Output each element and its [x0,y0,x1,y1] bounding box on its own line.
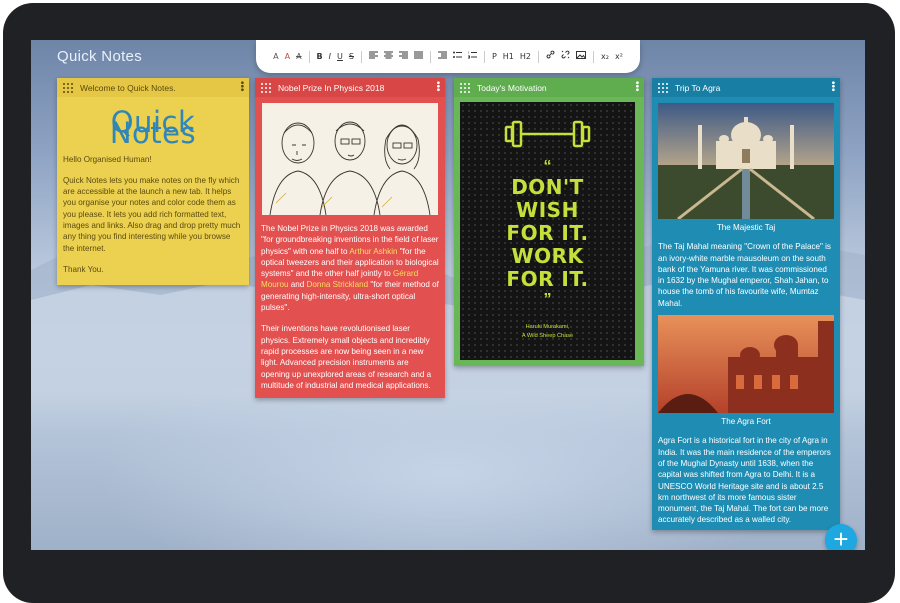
quote-open-mark: “ [543,158,552,175]
photo-caption: The Majestic Taj [716,223,776,232]
drag-handle-icon[interactable] [460,82,470,93]
photo-caption: The Agra Fort [721,417,771,427]
toolbar-divider [593,50,594,63]
unlink-icon[interactable] [558,40,573,73]
quote-line: WORK [511,244,584,268]
nobel-laureates-illustration [262,103,438,215]
align-left-icon[interactable] [366,40,381,73]
italic-button[interactable]: I [326,40,334,73]
note-header[interactable]: Welcome to Quick Notes. ••• [57,78,249,97]
superscript-button[interactable]: x² [612,40,626,73]
note-paragraph: Thank You. [63,264,104,274]
quote-line: FOR IT. [506,221,589,245]
note-body[interactable]: The Nobel Prize in Physics 2018 was awar… [255,103,445,398]
quote-author-name: Haruki Murakami, [525,324,570,330]
align-justify-icon[interactable] [411,40,426,73]
taj-mahal-photo [658,103,834,219]
more-options-icon[interactable]: ••• [432,81,443,92]
underline-button[interactable]: U [334,40,346,73]
quote-author: Haruki Murakami, A Wild Sheep Chase [460,323,635,341]
image-icon[interactable] [573,40,589,73]
quote-source: A Wild Sheep Chase [521,333,574,339]
note-heading: Quick Notes [109,105,197,151]
link-icon[interactable] [543,40,558,73]
bold-button[interactable]: B [314,40,326,73]
agra-fort-photo [658,315,834,414]
formatting-toolbar: A A A B I U S P H1 H2 x₂ x² [256,40,640,73]
app-title: Quick Notes [57,48,142,65]
quote-close-mark: ” [543,291,552,308]
note-title: Trip To Agra [675,82,721,93]
text-run: and [288,280,307,290]
quote-line: DON'T [511,175,584,199]
note-paragraph: Agra Fort is a historical fort in the ci… [658,436,831,525]
heading1-button[interactable]: H1 [500,40,517,73]
note-title: Welcome to Quick Notes. [80,82,176,93]
more-options-icon[interactable]: ••• [827,81,838,92]
add-note-button[interactable]: + [825,524,857,550]
note-paragraph: The Taj Mahal meaning "Crown of the Pala… [658,242,831,308]
motivation-quote: DON'T WISH FOR IT. WORK FOR IT. [460,176,635,291]
drag-handle-icon[interactable] [261,82,271,93]
paragraph-button[interactable]: P [489,40,500,73]
drag-handle-icon[interactable] [63,82,73,93]
note-header[interactable]: Trip To Agra ••• [652,78,840,97]
bulleted-list-icon[interactable] [450,40,465,73]
dumbbell-icon [504,120,591,148]
note-nobel[interactable]: Nobel Prize In Physics 2018 ••• The Nobe… [255,78,445,398]
font-color-button[interactable]: A [282,40,293,73]
motivation-poster: “ DON'T WISH FOR IT. WORK FOR IT. ” Haru… [460,102,635,360]
strikethrough-button[interactable]: S [346,40,357,73]
link-arthur-ashkin[interactable]: Arthur Ashkin [349,247,397,256]
device-frame: Quick Notes A A A B I U S P H1 H2 x₂ x² … [0,0,900,603]
toolbar-divider [483,50,485,63]
note-paragraph: The Nobel Prize in Physics 2018 was awar… [261,223,439,313]
more-options-icon[interactable]: ••• [631,81,642,92]
note-agra[interactable]: Trip To Agra ••• The Majestic Taj The Ta… [652,78,840,530]
note-motivation[interactable]: Today's Motivation ••• “ DON'T WISH FOR … [454,78,644,366]
drag-handle-icon[interactable] [658,82,668,93]
toolbar-divider [308,50,310,63]
note-header[interactable]: Today's Motivation ••• [454,78,644,97]
app-screen: Quick Notes A A A B I U S P H1 H2 x₂ x² … [31,40,865,550]
numbered-list-icon[interactable] [465,40,480,73]
align-right-icon[interactable] [396,40,411,73]
font-clear-button[interactable]: A [293,40,304,73]
note-body[interactable]: Quick Notes Hello Organised Human! Quick… [57,97,249,285]
more-options-icon[interactable]: ••• [236,81,247,92]
font-small-button[interactable]: A [270,40,281,73]
note-paragraph: Their inventions have revolutionised las… [261,324,432,390]
heading2-button[interactable]: H2 [517,40,534,73]
note-body[interactable]: The Majestic Taj The Taj Mahal meaning "… [652,103,840,530]
align-center-icon[interactable] [381,40,396,73]
note-title: Today's Motivation [477,82,547,93]
quote-line: FOR IT. [506,267,589,291]
toolbar-divider [429,50,431,63]
toolbar-divider [538,50,539,63]
note-welcome[interactable]: Welcome to Quick Notes. ••• Quick Notes … [57,78,249,285]
note-title: Nobel Prize In Physics 2018 [278,82,385,93]
indent-icon[interactable] [435,40,450,73]
note-header[interactable]: Nobel Prize In Physics 2018 ••• [255,78,445,97]
note-paragraph: Hello Organised Human! [63,154,152,164]
subscript-button[interactable]: x₂ [598,40,612,73]
link-donna-strickland[interactable]: Donna Strickland [306,280,368,289]
quote-line: WISH [516,198,579,222]
note-paragraph: Quick Notes lets you make notes on the f… [63,175,241,253]
toolbar-divider [360,50,362,63]
